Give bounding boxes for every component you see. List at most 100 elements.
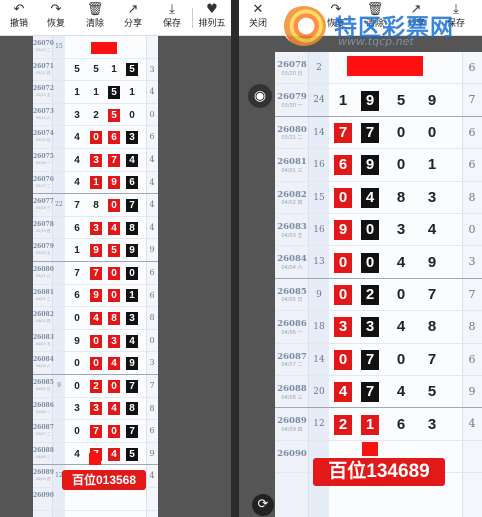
marked-digit-cell[interactable]: 0 xyxy=(361,252,379,273)
marked-digit-cell[interactable]: 8 xyxy=(126,221,138,235)
table-row[interactable]: 26077 03/18 三 22 7 8 0 7 4 xyxy=(33,194,158,217)
digit-cell[interactable]: 2 xyxy=(90,109,102,122)
marked-digit-cell[interactable]: 3 xyxy=(108,334,120,348)
marked-digit-cell[interactable]: 3 xyxy=(90,402,102,416)
digit-cell[interactable]: 6 xyxy=(71,289,83,302)
position-badge[interactable]: 百位134689 xyxy=(313,458,445,486)
digit-cell[interactable]: 7 xyxy=(423,285,441,305)
marked-digit-cell[interactable]: 7 xyxy=(361,122,379,143)
right-chart-sheet[interactable]: 26078 03/20 日 2 6 26079 03/30 一 24 1 9 5 9 7 26080 03… xyxy=(275,52,482,517)
digit-cell[interactable]: 4 xyxy=(71,176,83,189)
digit-cell[interactable]: 4 xyxy=(423,220,441,240)
digit-cell[interactable]: 8 xyxy=(423,317,441,337)
marked-digit-cell[interactable]: 3 xyxy=(361,317,379,338)
marked-digit-cell[interactable]: 7 xyxy=(126,379,138,393)
clear-button[interactable]: 🗑 清除 xyxy=(78,2,112,34)
marked-digit-cell[interactable]: 7 xyxy=(90,424,102,438)
digit-cell[interactable]: 0 xyxy=(392,155,410,175)
table-row[interactable]: 26074 03/15 日40636 xyxy=(33,126,158,149)
digit-cell[interactable]: 6 xyxy=(71,222,83,235)
marked-digit-cell[interactable]: 5 xyxy=(108,244,120,258)
marked-digit-cell[interactable]: 3 xyxy=(126,131,138,145)
marked-digit-cell[interactable]: 0 xyxy=(108,424,120,438)
digit-cell[interactable]: 1 xyxy=(71,86,83,99)
marked-digit-cell[interactable]: 0 xyxy=(108,198,120,212)
digit-cell[interactable]: 0 xyxy=(126,109,138,122)
marked-digit-cell[interactable]: 4 xyxy=(90,311,102,325)
marked-digit-cell[interactable]: 0 xyxy=(90,334,102,348)
marked-digit-cell[interactable]: 0 xyxy=(108,379,120,393)
table-row[interactable]: 26088 04/08 三 20 4 7 4 5 9 xyxy=(275,376,482,409)
digit-cell[interactable]: 0 xyxy=(71,357,83,370)
undo-button[interactable]: ↶ 撤销 xyxy=(2,2,36,34)
digit-cell[interactable]: 4 xyxy=(71,154,83,167)
digit-cell[interactable]: 7 xyxy=(71,267,83,280)
table-row[interactable]: 26072 03/13 五11514 xyxy=(33,81,158,104)
digit-cell[interactable]: 0 xyxy=(71,425,83,438)
eye-icon[interactable]: ◉ xyxy=(248,84,272,108)
table-row[interactable]: 26087 04/07 二07076 xyxy=(33,420,158,443)
marked-digit-cell[interactable]: 1 xyxy=(126,289,138,303)
marked-digit-cell[interactable]: 7 xyxy=(90,266,102,280)
marked-digit-cell[interactable]: 7 xyxy=(126,198,138,212)
digit-cell[interactable]: 4 xyxy=(392,253,410,273)
digit-cell[interactable]: 0 xyxy=(392,285,410,305)
left-chart-sheet[interactable]: 26070 03/10 二 15 26071 03/12 四 5 5 1 5 3 26072 03/1… xyxy=(33,36,158,517)
digit-cell[interactable]: 5 xyxy=(90,63,102,76)
marked-digit-cell[interactable]: 1 xyxy=(90,176,102,190)
marked-digit-cell[interactable]: 3 xyxy=(126,311,138,325)
share-button[interactable]: ↗ 分享 xyxy=(116,2,150,34)
digit-cell[interactable]: 6 xyxy=(392,415,410,435)
marked-digit-cell[interactable]: 9 xyxy=(361,155,379,176)
digit-cell[interactable]: 0 xyxy=(71,312,83,325)
digit-cell[interactable]: 0 xyxy=(71,380,83,393)
digit-cell[interactable]: 0 xyxy=(423,123,441,143)
close-button[interactable]: ✕ 关闭 xyxy=(241,2,275,34)
marked-digit-cell[interactable]: 4 xyxy=(334,382,352,403)
table-row[interactable]: 26080 03/21 六77006 xyxy=(33,262,158,285)
digit-cell[interactable]: 1 xyxy=(90,86,102,99)
marked-digit-cell[interactable]: 9 xyxy=(108,176,120,190)
table-row[interactable]: 26083 04/03 五 16 9 0 3 4 0 xyxy=(275,214,482,247)
digit-cell[interactable]: 3 xyxy=(423,415,441,435)
digit-cell[interactable] xyxy=(126,41,138,54)
marked-digit-cell[interactable]: 0 xyxy=(334,284,352,305)
marked-digit-cell[interactable]: 7 xyxy=(361,349,379,370)
marked-digit-cell[interactable]: 9 xyxy=(126,357,138,371)
table-row[interactable]: 26085 04/05 日902077 xyxy=(275,279,482,312)
marked-digit-cell[interactable]: 7 xyxy=(334,122,352,143)
marked-digit-cell[interactable]: 9 xyxy=(361,90,379,111)
digit-cell[interactable]: 1 xyxy=(126,86,138,99)
digit-cell[interactable] xyxy=(71,41,83,54)
table-row[interactable]: 26086 04/06 一 18 3 3 4 8 8 xyxy=(275,311,482,344)
marked-digit-cell[interactable]: 1 xyxy=(361,414,379,435)
digit-cell[interactable]: 0 xyxy=(392,350,410,370)
digit-cell[interactable] xyxy=(423,58,441,78)
digit-cell[interactable]: 3 xyxy=(71,109,83,122)
digit-cell[interactable]: 4 xyxy=(392,317,410,337)
marked-digit-cell[interactable]: 8 xyxy=(108,311,120,325)
table-row[interactable]: 26079 03/30 一 24 1 9 5 9 7 xyxy=(275,84,482,117)
marked-digit-cell[interactable]: 4 xyxy=(108,447,120,461)
digit-cell[interactable]: 5 xyxy=(423,382,441,402)
marked-digit-cell[interactable]: 8 xyxy=(126,402,138,416)
table-row[interactable]: 26081 04/01 三69016 xyxy=(33,285,158,308)
marked-digit-cell[interactable]: 4 xyxy=(108,402,120,416)
marked-digit-cell[interactable]: 7 xyxy=(361,382,379,403)
table-row[interactable]: 26073 03/14 六32500 xyxy=(33,104,158,127)
table-row[interactable]: 26082 04/02 四 15 0 4 8 3 8 xyxy=(275,182,482,214)
digit-cell[interactable]: 3 xyxy=(392,220,410,240)
marked-digit-cell[interactable]: 5 xyxy=(126,447,138,461)
digit-cell[interactable] xyxy=(108,493,120,506)
lottery-type-button[interactable]: ♥ 排列五 xyxy=(194,2,230,34)
marked-digit-cell[interactable]: 4 xyxy=(126,153,138,167)
digit-cell[interactable]: 8 xyxy=(90,199,102,212)
marked-digit-cell[interactable]: 3 xyxy=(334,317,352,338)
marked-digit-cell[interactable]: 7 xyxy=(108,153,120,167)
marked-digit-cell[interactable]: 2 xyxy=(334,414,352,435)
table-row[interactable]: 26083 04/03 五90340 xyxy=(33,330,158,353)
digit-cell[interactable]: 3 xyxy=(423,188,441,208)
marked-digit-cell[interactable]: 6 xyxy=(126,176,138,190)
digit-cell[interactable]: 9 xyxy=(423,253,441,273)
digit-cell[interactable]: 9 xyxy=(423,91,441,111)
